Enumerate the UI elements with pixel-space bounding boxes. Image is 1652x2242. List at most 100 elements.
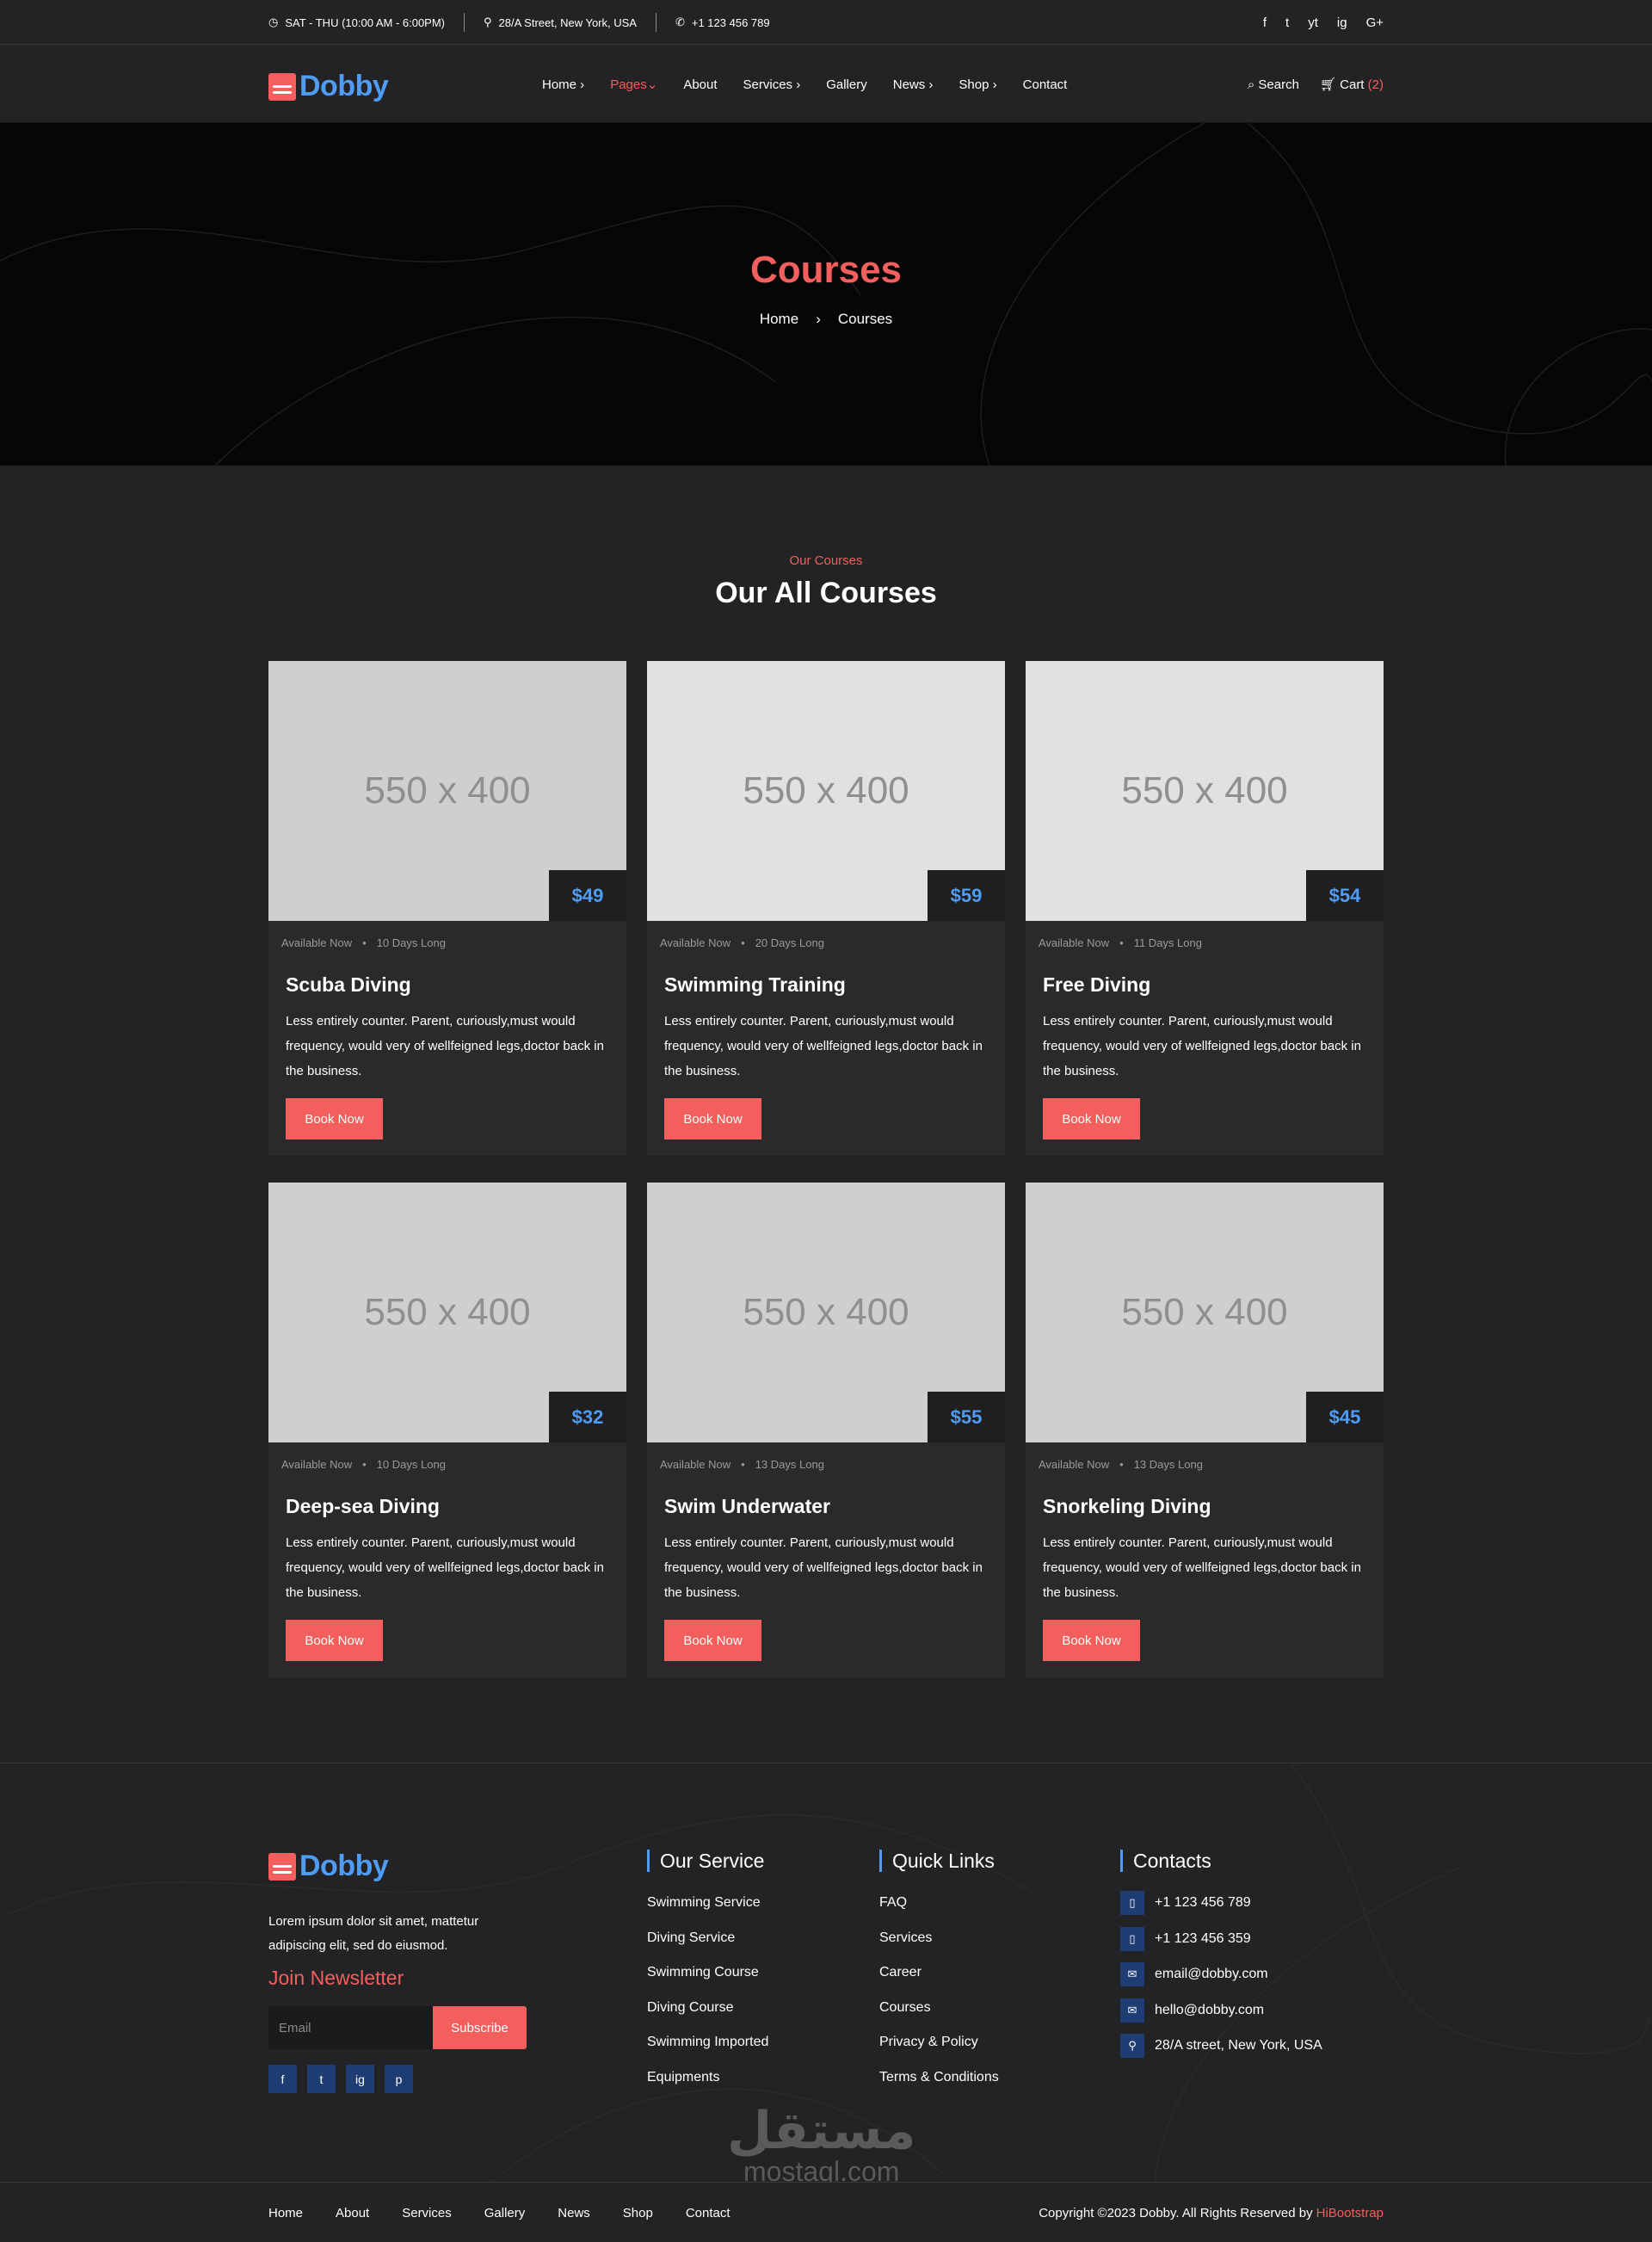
- course-price: $45: [1306, 1392, 1384, 1442]
- course-title[interactable]: Swim Underwater: [664, 1495, 830, 1518]
- course-title[interactable]: Deep-sea Diving: [286, 1495, 440, 1518]
- contact-email[interactable]: ✉ email@dobby.com: [1120, 1962, 1322, 2003]
- page-banner: Courses Home › Courses: [0, 123, 1652, 466]
- footer-link[interactable]: Terms & Conditions: [879, 2070, 999, 2105]
- instagram-icon[interactable]: ig: [346, 2065, 374, 2093]
- copyright-text: Copyright ©2023 Dobby. All Rights Reserv…: [1039, 2205, 1313, 2220]
- pinterest-icon[interactable]: p: [385, 2065, 413, 2093]
- course-card: 550 x 400 $32 Available Now • 10 Days Long…: [268, 1183, 626, 1677]
- bottom-link-contact[interactable]: Contact: [686, 2206, 730, 2220]
- course-card: 550 x 400 $49 Available Now • 10 Days Long…: [268, 661, 626, 1156]
- breadcrumb: Home › Courses: [0, 311, 1652, 328]
- instagram-icon[interactable]: ig: [1337, 15, 1347, 30]
- phone-item[interactable]: ✆ +1 123 456 789: [675, 15, 770, 29]
- nav-shop[interactable]: Shop ›: [959, 77, 996, 92]
- nav-gallery[interactable]: Gallery: [826, 77, 867, 92]
- footer-link[interactable]: Career: [879, 1965, 999, 2000]
- book-now-button[interactable]: Book Now: [664, 1098, 761, 1140]
- youtube-icon[interactable]: yt: [1308, 15, 1318, 30]
- copyright-brand-link[interactable]: HiBootstrap: [1316, 2206, 1384, 2220]
- subscribe-button[interactable]: Subscribe: [433, 2006, 527, 2049]
- mobile-icon: ▯: [1120, 1891, 1144, 1915]
- twitter-icon[interactable]: t: [307, 2065, 336, 2093]
- footer-logo[interactable]: Dobby: [268, 1850, 389, 1883]
- course-price: $59: [928, 870, 1005, 921]
- footer-link[interactable]: Privacy & Policy: [879, 2035, 999, 2070]
- clock-icon: ◷: [268, 15, 279, 28]
- book-now-button[interactable]: Book Now: [664, 1620, 761, 1661]
- chevron-right-icon: ›: [816, 311, 821, 327]
- envelope-icon: ✉: [1120, 1962, 1144, 1986]
- bottom-link-news[interactable]: News: [558, 2206, 590, 2220]
- book-now-button[interactable]: Book Now: [286, 1620, 383, 1661]
- google-plus-icon[interactable]: G+: [1366, 15, 1384, 30]
- bottom-link-about[interactable]: About: [336, 2206, 369, 2220]
- footer-link[interactable]: Swimming Course: [647, 1965, 768, 2000]
- footer-link[interactable]: Swimming Service: [647, 1895, 768, 1930]
- nav-pages[interactable]: Pages⌄: [610, 77, 657, 92]
- course-description: Less entirely counter. Parent, curiously…: [1043, 1535, 1361, 1600]
- footer-link[interactable]: Diving Service: [647, 1930, 768, 1966]
- nav-contact[interactable]: Contact: [1023, 77, 1068, 92]
- footer-quick-links-column: Quick Links FAQ Services Career Courses …: [879, 1850, 999, 2105]
- breadcrumb-home[interactable]: Home: [760, 311, 798, 328]
- nav-about[interactable]: About: [683, 77, 717, 92]
- footer-link[interactable]: FAQ: [879, 1895, 999, 1930]
- logo-text: Dobby: [299, 1850, 389, 1882]
- section-title: Our All Courses: [715, 577, 937, 609]
- course-title[interactable]: Snorkeling Diving: [1043, 1495, 1211, 1518]
- footer-link[interactable]: Courses: [879, 2000, 999, 2035]
- site-logo[interactable]: Dobby: [268, 70, 389, 103]
- cart-count: (2): [1367, 77, 1384, 92]
- swimmer-logo-icon: [268, 1852, 296, 1881]
- page-title: Courses: [749, 249, 903, 291]
- nav-home[interactable]: Home ›: [542, 77, 584, 92]
- footer-link[interactable]: Services: [879, 1930, 999, 1966]
- nav-services[interactable]: Services ›: [743, 77, 801, 92]
- footer-bottom-bar: Home About Services Gallery News Shop Co…: [0, 2182, 1652, 2242]
- footer-link[interactable]: Equipments: [647, 2070, 768, 2105]
- course-price: $32: [549, 1392, 626, 1442]
- book-now-button[interactable]: Book Now: [1043, 1620, 1140, 1661]
- breadcrumb-current: Courses: [837, 311, 893, 327]
- course-description: Less entirely counter. Parent, curiously…: [286, 1014, 604, 1078]
- course-description: Less entirely counter. Parent, curiously…: [1043, 1014, 1361, 1078]
- course-price: $54: [1306, 870, 1384, 921]
- book-now-button[interactable]: Book Now: [286, 1098, 383, 1140]
- twitter-icon[interactable]: t: [1285, 15, 1289, 30]
- divider: [464, 13, 465, 32]
- top-social-links: f t yt ig G+: [1263, 0, 1384, 45]
- footer-link[interactable]: Diving Course: [647, 2000, 768, 2035]
- contact-phone[interactable]: ▯ +1 123 456 789: [1120, 1891, 1322, 1931]
- course-title[interactable]: Scuba Diving: [286, 973, 411, 997]
- course-meta: Available Now • 10 Days Long: [281, 1458, 446, 1471]
- bottom-link-services[interactable]: Services: [402, 2206, 452, 2220]
- watermark: مستقل mostaql.com: [727, 2105, 915, 2186]
- newsletter-email-input[interactable]: Email: [268, 2006, 433, 2049]
- footer-link[interactable]: Swimming Imported: [647, 2035, 768, 2070]
- bottom-link-home[interactable]: Home: [268, 2206, 303, 2220]
- main-navbar: Dobby Home › Pages⌄ About Services › Gal…: [0, 46, 1652, 123]
- logo-text: Dobby: [299, 70, 389, 102]
- course-meta: Available Now • 20 Days Long: [660, 936, 824, 949]
- course-title[interactable]: Swimming Training: [664, 973, 846, 997]
- copyright: Copyright ©2023 Dobby. All Rights Reserv…: [1039, 2183, 1384, 2242]
- mobile-icon: ▯: [1120, 1926, 1144, 1951]
- bottom-link-gallery[interactable]: Gallery: [484, 2206, 526, 2220]
- course-title[interactable]: Free Diving: [1043, 973, 1150, 997]
- book-now-button[interactable]: Book Now: [1043, 1098, 1140, 1140]
- course-description: Less entirely counter. Parent, curiously…: [664, 1014, 983, 1078]
- nav-news[interactable]: News ›: [893, 77, 934, 92]
- cart-button[interactable]: 🛒︎ Cart (2): [1320, 77, 1384, 92]
- contact-email[interactable]: ✉ hello@dobby.com: [1120, 1998, 1322, 2039]
- facebook-icon[interactable]: f: [1263, 15, 1267, 30]
- footer-social-links: f t ig p: [268, 2065, 413, 2093]
- newsletter-title: Join Newsletter: [268, 1967, 404, 1989]
- course-meta: Available Now • 10 Days Long: [281, 936, 446, 949]
- search-button[interactable]: ⌕ Search: [1248, 77, 1299, 92]
- bottom-link-shop[interactable]: Shop: [623, 2206, 653, 2220]
- facebook-icon[interactable]: f: [268, 2065, 297, 2093]
- top-bar-info: ◷ SAT - THU (10:00 AM - 6:00PM) ⚲ 28/A S…: [268, 0, 770, 45]
- map-pin-icon: ⚲: [1120, 2034, 1144, 2058]
- contact-phone[interactable]: ▯ +1 123 456 359: [1120, 1926, 1322, 1967]
